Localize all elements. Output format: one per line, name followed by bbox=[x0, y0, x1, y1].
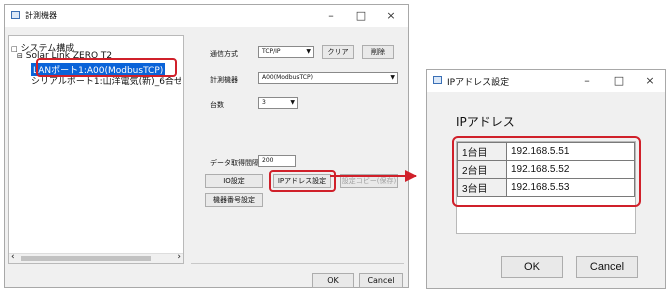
close-icon[interactable]: × bbox=[376, 5, 406, 27]
device-label: 計測機器 bbox=[210, 76, 238, 84]
ok-button[interactable]: OK bbox=[312, 273, 354, 288]
cancel-button[interactable]: Cancel bbox=[359, 273, 403, 288]
maximize-icon[interactable]: □ bbox=[604, 70, 634, 92]
scroll-thumb[interactable] bbox=[21, 256, 151, 261]
units-value: 3 bbox=[262, 99, 266, 106]
ip-address-heading: IPアドレス bbox=[456, 115, 515, 129]
comm-method-value: TCP/IP bbox=[262, 48, 281, 55]
expand-icon[interactable]: ⊟ bbox=[17, 52, 23, 60]
chevron-down-icon: ▼ bbox=[306, 48, 311, 55]
ip-setting-highlight bbox=[269, 170, 336, 192]
interval-label: データ取得間隔 bbox=[210, 159, 259, 167]
scroll-right-icon[interactable]: › bbox=[177, 252, 181, 262]
ip-table-highlight bbox=[452, 136, 641, 207]
io-setting-button[interactable]: IO設定 bbox=[205, 174, 263, 188]
horizontal-scrollbar[interactable]: ‹ › bbox=[9, 252, 183, 263]
delete-button[interactable]: 削除 bbox=[362, 45, 394, 59]
lan-port-highlight bbox=[36, 58, 177, 77]
device-number-button[interactable]: 機器番号設定 bbox=[205, 193, 263, 207]
title-bar: 計測機器 – □ × bbox=[5, 5, 408, 27]
cancel-button[interactable]: Cancel bbox=[576, 256, 638, 278]
chevron-down-icon: ▼ bbox=[290, 99, 295, 106]
device-value: A00(ModbusTCP) bbox=[262, 74, 313, 81]
clear-button[interactable]: クリア bbox=[322, 45, 354, 59]
interval-input[interactable]: 200 bbox=[258, 155, 296, 167]
window-title: 計測機器 bbox=[25, 11, 57, 20]
ok-button[interactable]: OK bbox=[501, 256, 563, 278]
dialog-title: IPアドレス設定 bbox=[447, 78, 510, 88]
units-label: 台数 bbox=[210, 101, 224, 109]
close-icon[interactable]: × bbox=[635, 70, 665, 92]
units-select[interactable]: 3 ▼ bbox=[258, 97, 298, 109]
minimize-icon[interactable]: – bbox=[316, 5, 346, 27]
copy-settings-button: 設定コピー(保存) bbox=[340, 174, 398, 188]
comm-method-label: 通信方式 bbox=[210, 50, 238, 58]
maximize-icon[interactable]: □ bbox=[346, 5, 376, 27]
app-icon bbox=[11, 11, 20, 19]
app-icon bbox=[433, 76, 442, 84]
scroll-left-icon[interactable]: ‹ bbox=[11, 252, 15, 262]
ip-address-dialog: IPアドレス設定 – □ × IPアドレス 1台目 192.168.5.51 2… bbox=[426, 69, 666, 289]
chevron-down-icon: ▼ bbox=[390, 74, 395, 81]
measurement-device-window: 計測機器 – □ × □ システム構成 ⊟ Solar Link ZERO T2… bbox=[4, 4, 409, 288]
comm-method-select[interactable]: TCP/IP ▼ bbox=[258, 46, 314, 58]
minimize-icon[interactable]: – bbox=[572, 70, 602, 92]
dialog-title-bar: IPアドレス設定 – □ × bbox=[427, 70, 665, 92]
device-select[interactable]: A00(ModbusTCP) ▼ bbox=[258, 72, 398, 84]
divider bbox=[191, 263, 404, 264]
